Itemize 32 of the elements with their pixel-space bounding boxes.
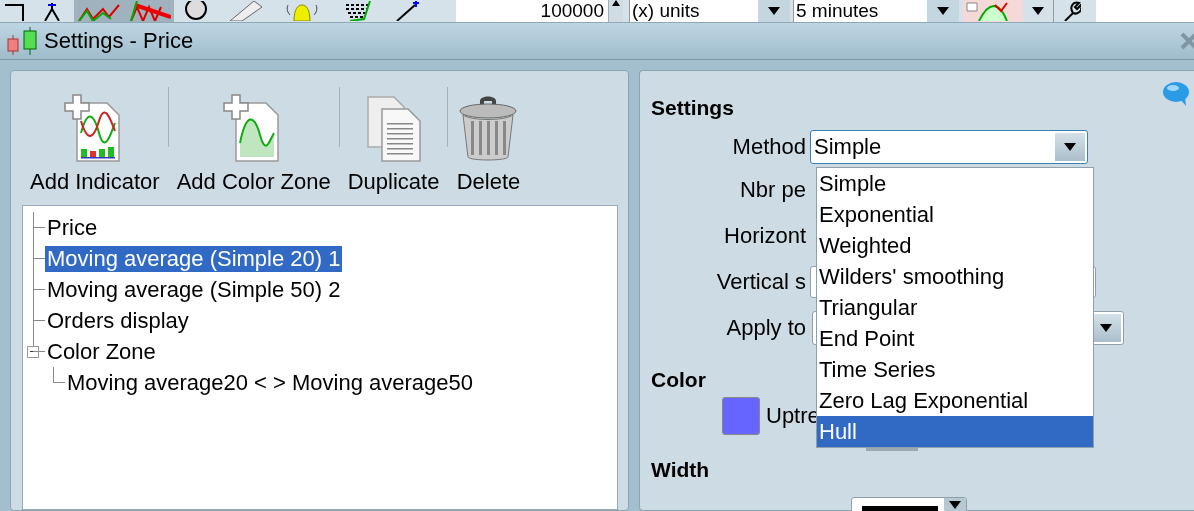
- dropdown-option[interactable]: Weighted: [817, 230, 1093, 261]
- tree-item[interactable]: Price: [45, 214, 100, 241]
- dropdown-option[interactable]: Time Series: [817, 354, 1093, 385]
- field-label: Nbr pe: [738, 177, 807, 203]
- window-title: Settings - Price: [44, 28, 194, 54]
- timeframe-dropdown[interactable]: 5 minutes: [793, 0, 959, 22]
- method-dropdown[interactable]: Simple: [810, 130, 1088, 164]
- quantity-field[interactable]: 100000: [456, 0, 608, 22]
- tree-item[interactable]: Color Zone: [45, 338, 158, 365]
- tree-item[interactable]: Moving average (Simple 50) 2: [45, 276, 343, 303]
- field-label: Horizont: [723, 223, 807, 249]
- field-label: Apply to: [725, 315, 807, 341]
- field-label: Vertical s: [715, 269, 807, 295]
- section-heading: Settings: [650, 95, 734, 121]
- dropdown-option[interactable]: Wilders' smoothing: [817, 261, 1093, 292]
- field-label: Method: [731, 134, 807, 160]
- units-dropdown[interactable]: (x) units: [629, 0, 790, 22]
- tree-item[interactable]: Moving average20 < > Moving average50: [65, 369, 476, 396]
- section-heading: Color: [650, 367, 706, 393]
- dropdown-option[interactable]: End Point: [817, 323, 1093, 354]
- dropdown-option[interactable]: Exponential: [817, 199, 1093, 230]
- toolbar-button[interactable]: Add Color Zone: [168, 93, 339, 195]
- toolbar-button[interactable]: Add Indicator: [22, 93, 168, 195]
- tree-item[interactable]: Moving average (Simple 20) 1: [45, 245, 343, 272]
- dropdown-option[interactable]: Hull: [817, 416, 1093, 447]
- section-heading: Width: [650, 457, 710, 483]
- dropdown-option[interactable]: Zero Lag Exponential: [817, 385, 1093, 416]
- toolbar-button[interactable]: Duplicate: [339, 93, 448, 195]
- tree-item[interactable]: Orders display: [45, 307, 191, 334]
- dropdown-option[interactable]: Triangular: [817, 292, 1093, 323]
- toolbar-button[interactable]: Delete: [448, 93, 529, 195]
- dropdown-option[interactable]: Simple: [817, 168, 1093, 199]
